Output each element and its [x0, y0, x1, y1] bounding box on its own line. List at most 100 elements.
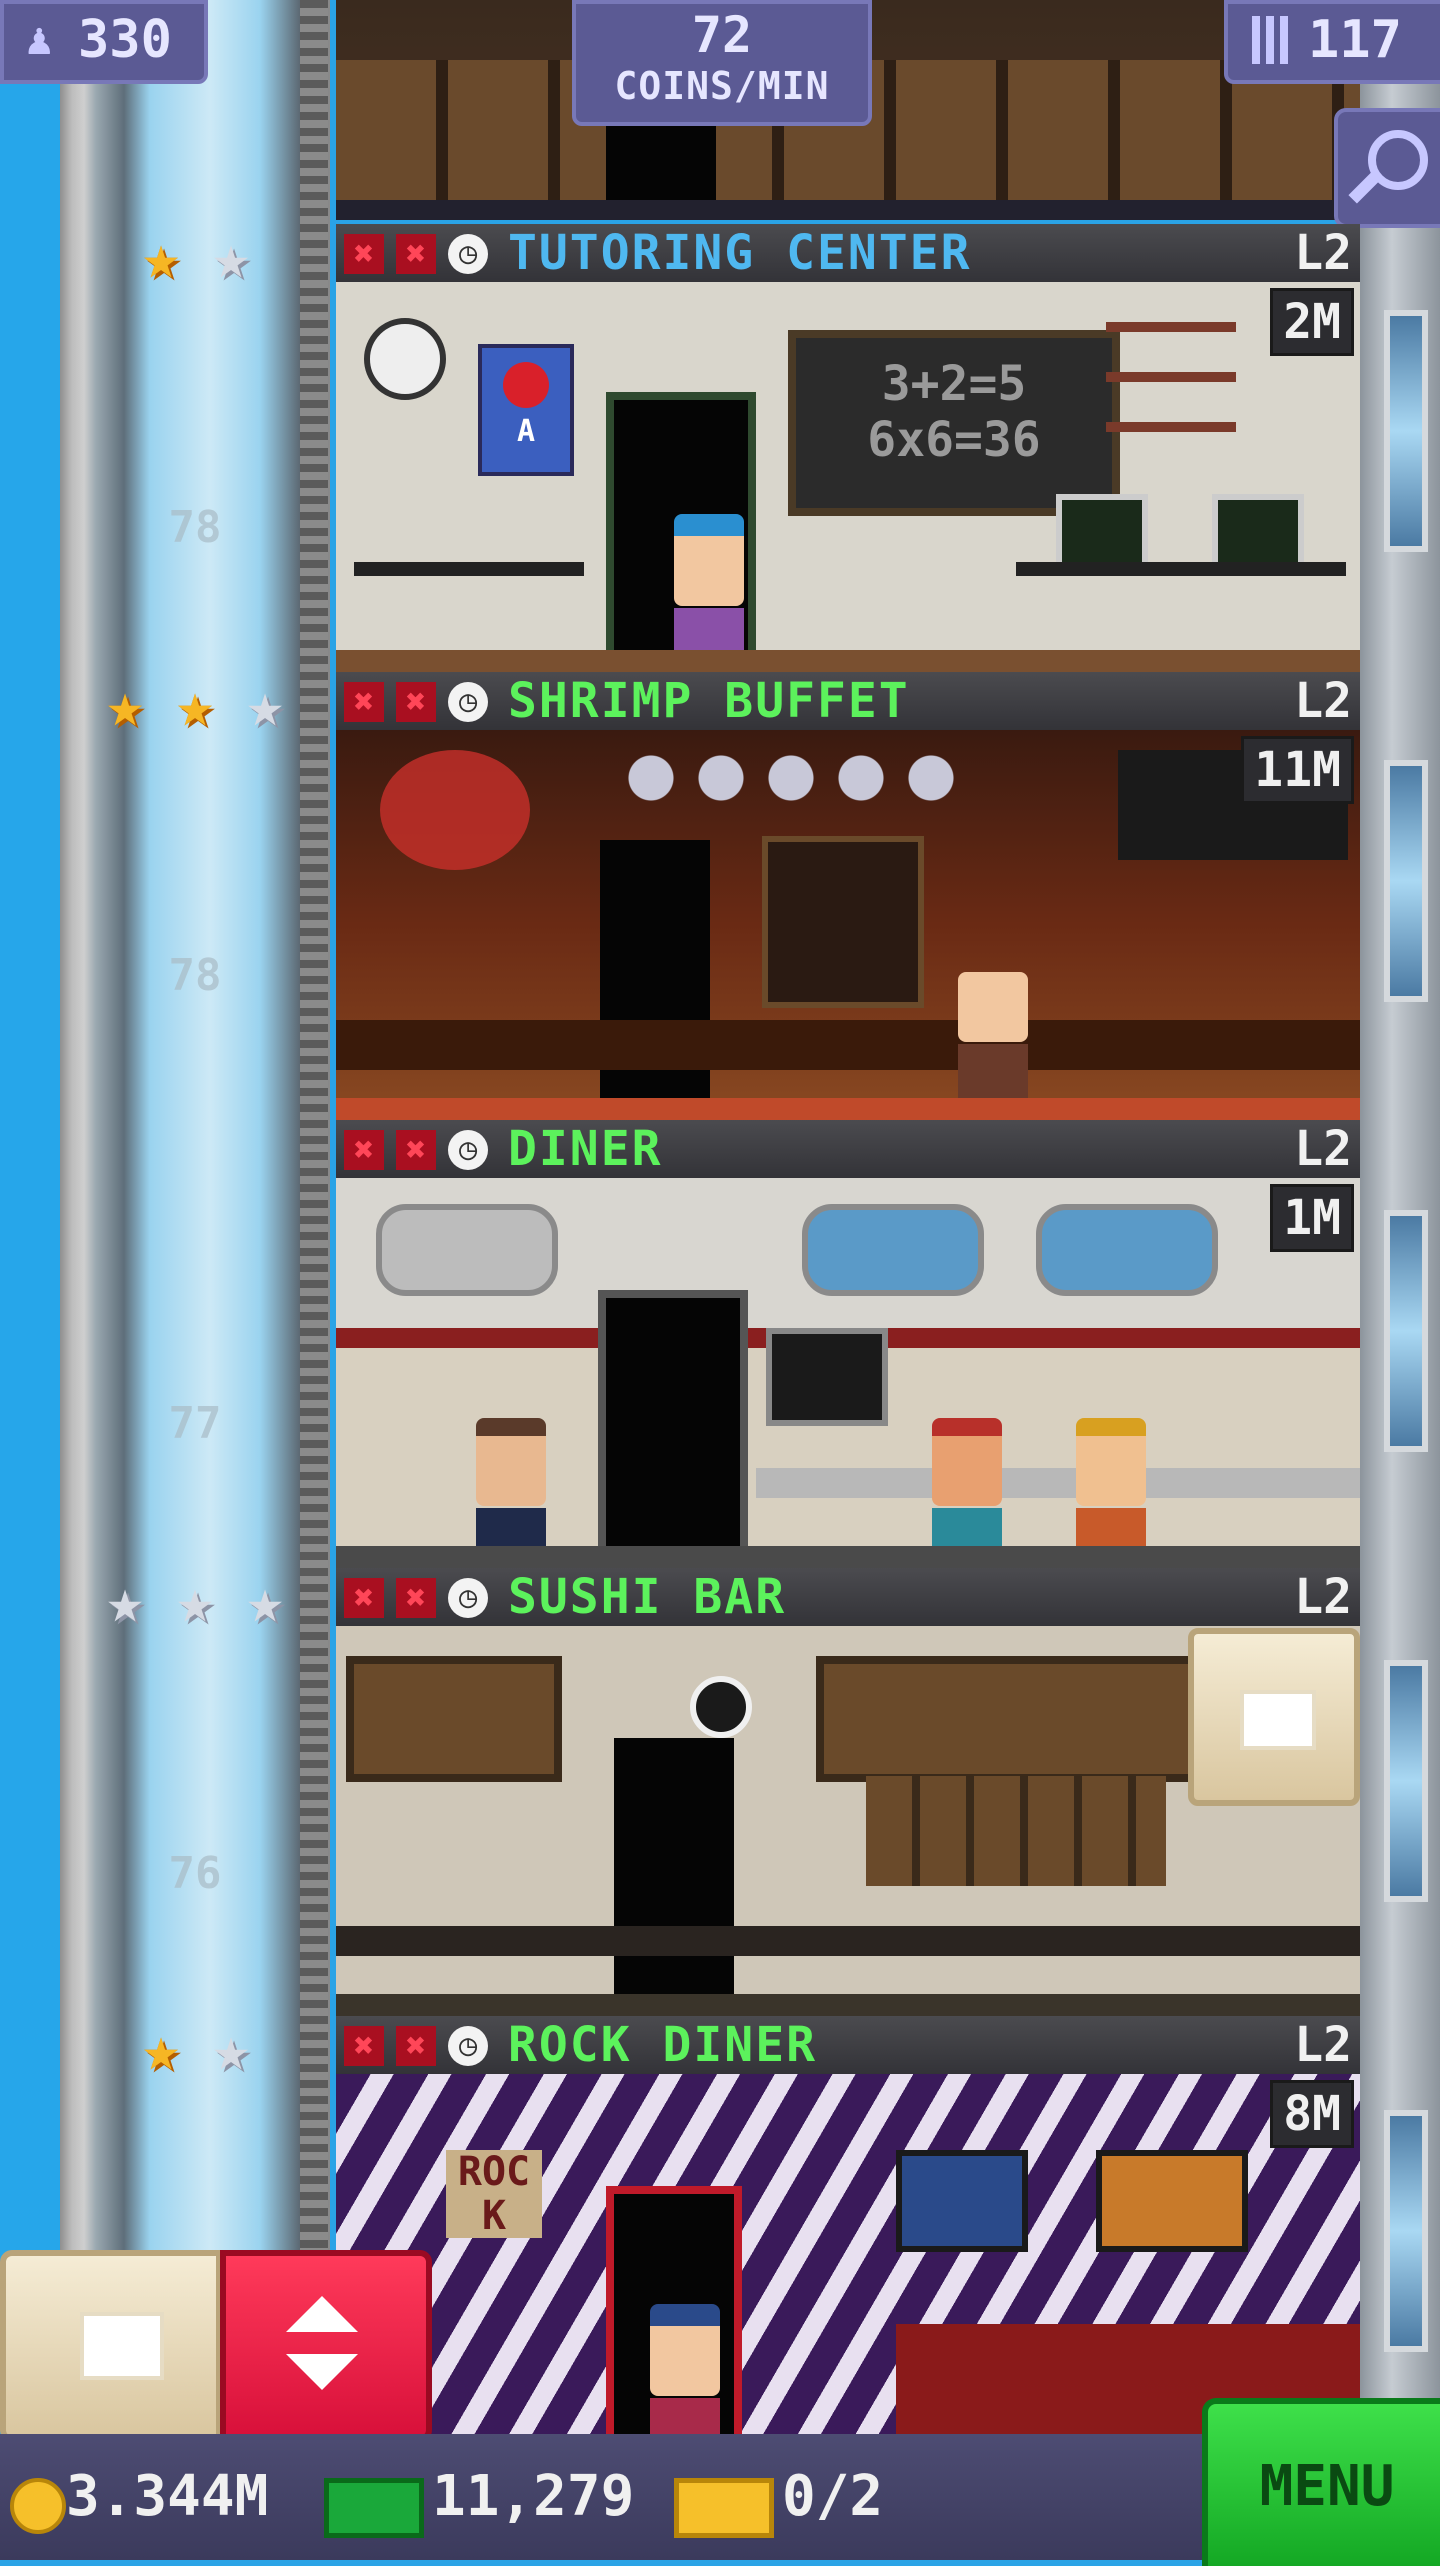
empty-slot-x-icon: ✖: [344, 1578, 384, 1618]
floor-door: [598, 1290, 748, 1566]
diner-counter: [756, 1468, 1360, 1498]
restock-timer: 2M: [1270, 288, 1354, 356]
floor-name: ROCK DINER: [508, 2017, 817, 2073]
floor-header: ✖ ✖ ◷ SHRIMP BUFFET L2: [336, 672, 1360, 730]
gold-star-icon: ★: [176, 668, 214, 741]
floor-tutoring-center[interactable]: ✖ ✖ ◷ TUTORING CENTER L2 A 3+2=5 6x6=36 …: [336, 224, 1360, 672]
silver-star-icon: ★: [176, 1564, 214, 1637]
coins-value: 3.344M: [66, 2464, 269, 2529]
floor-star-rating: ★ ★: [130, 226, 262, 288]
coins-per-minute: 72 COINS/MIN: [572, 0, 872, 126]
empty-slot-x-icon: ✖: [344, 1130, 384, 1170]
clock-icon: ◷: [448, 2026, 488, 2066]
floor-header: ✖ ✖ ◷ DINER L2: [336, 1120, 1360, 1178]
chalkboard-line-2: 6x6=36: [867, 412, 1041, 468]
tickets-value: 0/2: [782, 2464, 884, 2529]
floor-shrimp-buffet[interactable]: ✖ ✖ ◷ SHRIMP BUFFET L2 11M: [336, 672, 1360, 1120]
silver-star-icon: ★: [212, 2012, 250, 2085]
empty-slot-x-icon: ✖: [344, 234, 384, 274]
empty-slot-x-icon: ✖: [344, 682, 384, 722]
clock-icon: ◷: [448, 1130, 488, 1170]
floor-name: SHRIMP BUFFET: [508, 673, 910, 729]
floor-header: ✖ ✖ ◷ ROCK DINER L2: [336, 2016, 1360, 2074]
empty-slot-x-icon: ✖: [396, 234, 436, 274]
floor-header: ✖ ✖ ◷ TUTORING CENTER L2: [336, 224, 1360, 282]
rock-diner-character[interactable]: [650, 2304, 720, 2434]
apple-poster: A: [478, 344, 574, 476]
ticket-icon: [674, 2478, 774, 2538]
empty-slot-x-icon: ✖: [396, 682, 436, 722]
floors-counter[interactable]: 117: [1224, 0, 1440, 84]
shoji-window: [346, 1656, 562, 1782]
gold-star-icon: ★: [142, 2012, 180, 2085]
menu-button[interactable]: MENU: [1202, 2398, 1440, 2566]
floor-sushi-bar[interactable]: ✖ ✖ ◷ SUSHI BAR L2: [336, 1568, 1360, 2016]
clock-icon: ◷: [448, 234, 488, 274]
apple-icon: [503, 362, 549, 408]
floor-scene: A 3+2=5 6x6=36 2M: [336, 282, 1360, 672]
floors-value: 117: [1308, 10, 1402, 70]
wall-window: [1384, 760, 1428, 1002]
elevator-control-button[interactable]: [220, 2250, 432, 2442]
shrimp-art: [380, 750, 530, 870]
sushi-sign-icon: [690, 1676, 752, 1738]
chalkboard-line-1: 3+2=5: [881, 356, 1027, 412]
clock-icon: ◷: [448, 1578, 488, 1618]
empty-slot-x-icon: ✖: [396, 1130, 436, 1170]
floor-star-rating: ★ ★ ★: [94, 1570, 296, 1632]
floor-ground: [336, 1098, 1360, 1120]
stock-crate-button[interactable]: [1188, 1628, 1360, 1806]
wall-window: [1384, 310, 1428, 552]
floor-name: TUTORING CENTER: [508, 225, 972, 281]
wall-window: [1384, 1210, 1428, 1452]
delivery-crate-button[interactable]: [0, 2250, 222, 2442]
restock-timer: 1M: [1270, 1184, 1354, 1252]
floor-header: ✖ ✖ ◷ SUSHI BAR L2: [336, 1568, 1360, 1626]
floor-ground: [336, 1994, 1360, 2016]
porthole-window: [376, 1204, 558, 1296]
coin-icon: [10, 2478, 66, 2534]
floor-ground: [336, 650, 1360, 672]
floor-scene: 1M: [336, 1178, 1360, 1568]
silver-star-icon: ★: [106, 1564, 144, 1637]
picture-frame: [896, 2150, 1028, 2252]
magnifier-icon[interactable]: [1334, 108, 1440, 228]
up-arrow-icon: [286, 2296, 358, 2332]
empty-slot-x-icon: ✖: [396, 1578, 436, 1618]
menu-label: MENU: [1259, 2454, 1395, 2519]
desk: [1016, 562, 1346, 576]
gold-star-icon: ★: [106, 668, 144, 741]
floor-level: L2: [1294, 2017, 1352, 2073]
porthole-window: [802, 1204, 984, 1296]
sushi-counter: [336, 1926, 1360, 1956]
floor-rock-diner[interactable]: ✖ ✖ ◷ ROCK DINER L2 ROCK 8M: [336, 2016, 1360, 2464]
chalkboard: 3+2=5 6x6=36: [788, 330, 1120, 516]
floor-door: [614, 1738, 734, 1998]
clock-icon: ◷: [448, 682, 488, 722]
floor-diner[interactable]: ✖ ✖ ◷ DINER L2 1M: [336, 1120, 1360, 1568]
plates-decor: [616, 748, 956, 808]
restock-timer: 8M: [1270, 2080, 1354, 2148]
shaft-floor-number: 78: [168, 502, 222, 553]
silver-star-icon: ★: [212, 220, 250, 293]
down-arrow-icon: [286, 2354, 358, 2390]
tutor-character[interactable]: [674, 514, 744, 668]
restock-timer: 11M: [1241, 736, 1354, 804]
chef-character[interactable]: [958, 972, 1028, 1104]
buffet-counter: [336, 1020, 1360, 1070]
silver-star-icon: ★: [246, 668, 284, 741]
rate-unit: COINS/MIN: [614, 64, 830, 108]
floor-level: L2: [1294, 673, 1352, 729]
floor-star-rating: ★ ★ ★: [94, 674, 296, 736]
silver-star-icon: ★: [246, 1564, 284, 1637]
sky-background: [0, 0, 60, 2560]
crate-icon: [80, 2312, 164, 2380]
empty-slot-x-icon: ✖: [396, 2026, 436, 2066]
population-counter[interactable]: ♟ 330: [0, 0, 208, 84]
porthole-window: [1036, 1204, 1218, 1296]
floor-name: SUSHI BAR: [508, 1569, 787, 1625]
floor-star-rating: ★ ★: [130, 2018, 262, 2080]
picture-frame: [1096, 2150, 1248, 2252]
elevator-cable: [300, 0, 328, 2440]
bux-icon: [324, 2478, 424, 2538]
